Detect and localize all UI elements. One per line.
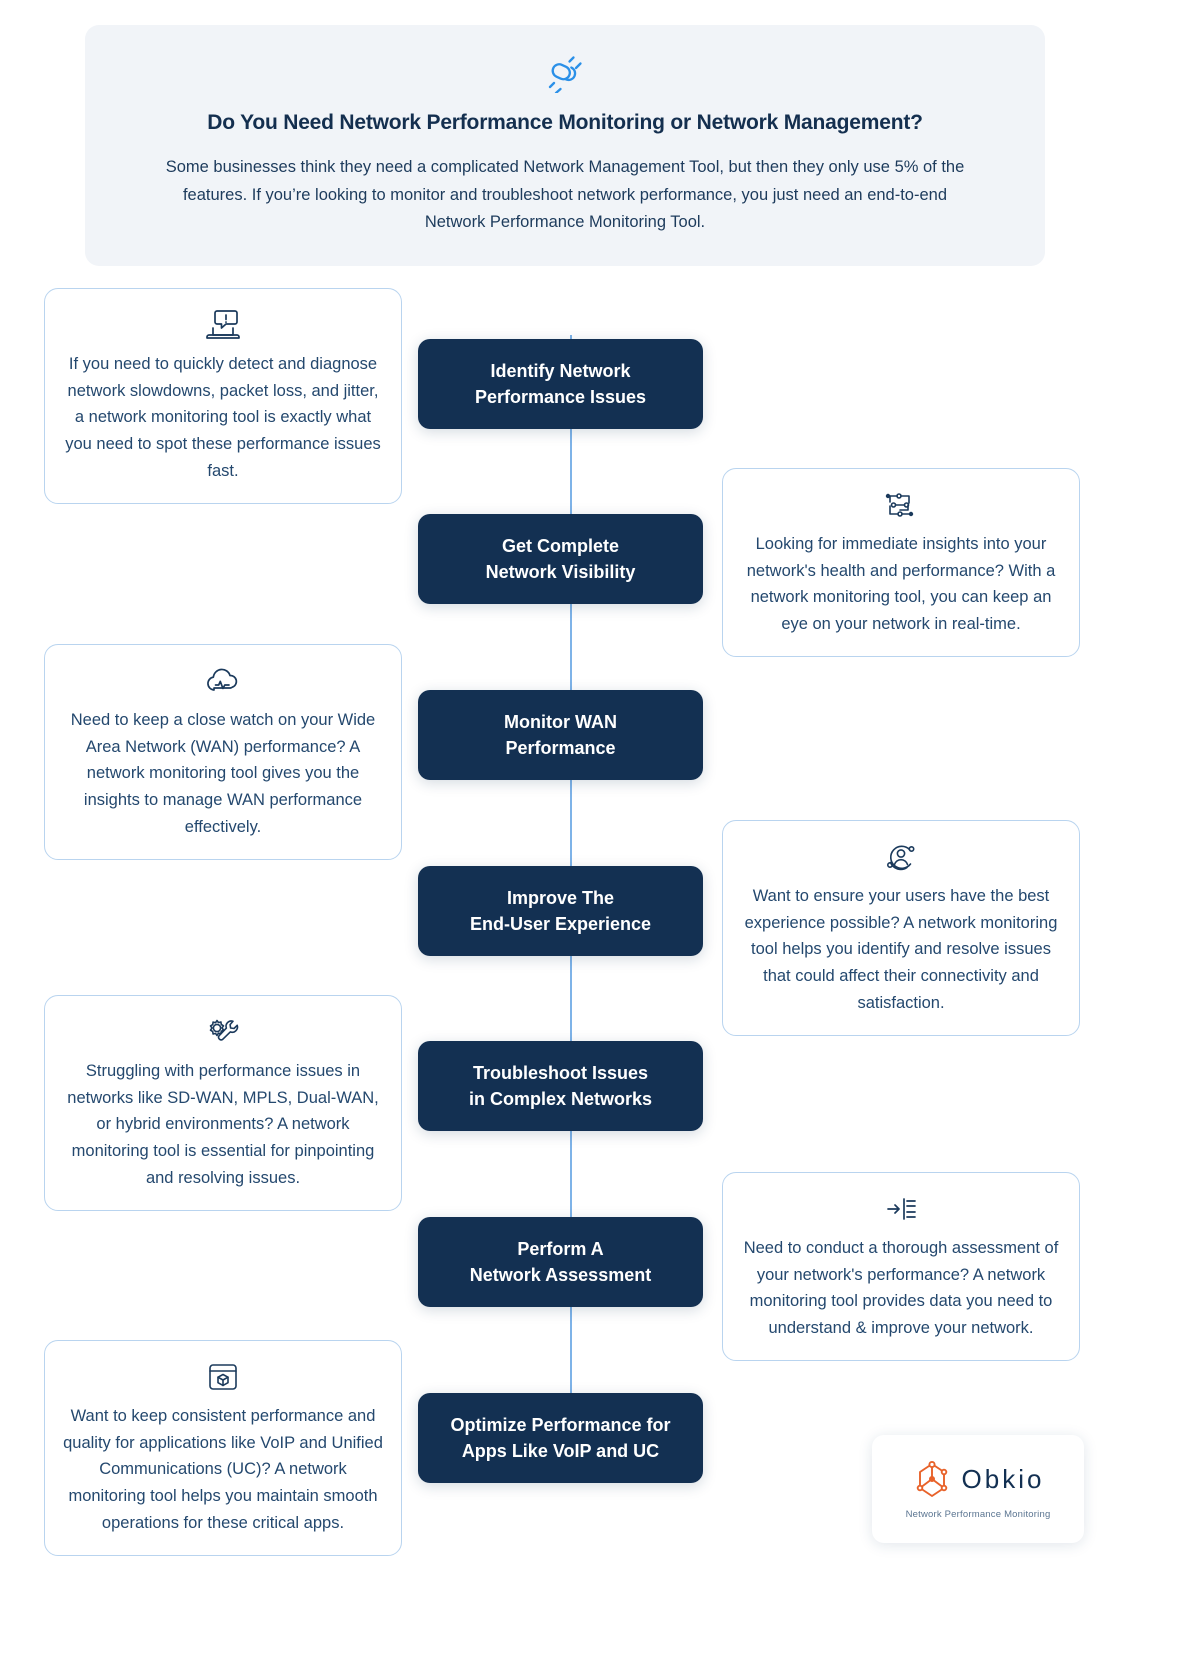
obkio-tagline: Network Performance Monitoring [905,1508,1051,1520]
info-card-network-assessment: Need to conduct a thorough assessment of… [722,1172,1080,1361]
app-box-icon [63,1357,383,1397]
step-box-optimize-performance-voip-uc[interactable]: Optimize Performance for Apps Like VoIP … [418,1393,703,1483]
step-label-line1: Monitor WAN [504,711,617,732]
obkio-wordmark: Obkio [961,1464,1045,1494]
step-label-line1: Troubleshoot Issues [472,1062,649,1083]
step-label-line1: Optimize Performance for [450,1414,671,1435]
info-card-text: Want to keep consistent performance and … [63,1407,383,1532]
step-box-monitor-wan-performance[interactable]: Monitor WAN Performance [418,690,703,780]
step-label-line2: Network Visibility [485,562,636,582]
info-card-text: Need to keep a close watch on your Wide … [70,711,376,836]
info-card-end-user-experience: Want to ensure your users have the best … [722,820,1080,1036]
step-label-line1: Improve The [506,887,614,908]
info-card-text: If you need to quickly detect and diagno… [65,355,381,480]
obkio-node-logo-icon [912,1459,952,1501]
step-label-line1: Perform A [517,1238,604,1259]
network-topology-icon [741,485,1061,525]
gear-wrench-icon [63,1012,383,1052]
laptop-alert-icon [63,305,383,345]
step-label-line2: Performance Issues [474,387,647,407]
info-card-wan-performance: Need to keep a close watch on your Wide … [44,644,402,860]
checklist-arrow-icon [741,1189,1061,1229]
step-label-line2: Apps Like VoIP and UC [461,1441,660,1461]
step-label-line1: Get Complete [501,535,620,556]
plug-connector-icon [155,51,975,95]
step-box-troubleshoot-issues-complex-networks[interactable]: Troubleshoot Issues in Complex Networks [418,1041,703,1131]
hero-card: Do You Need Network Performance Monitori… [85,25,1045,266]
info-card-text: Need to conduct a thorough assessment of… [743,1239,1059,1338]
step-box-get-complete-network-visibility[interactable]: Get Complete Network Visibility [418,514,703,604]
info-card-text: Looking for immediate insights into your… [746,535,1056,634]
hero-description: Some businesses think they need a compli… [165,158,965,231]
obkio-logo-card[interactable]: Obkio Network Performance Monitoring [872,1435,1084,1543]
info-card-text: Struggling with performance issues in ne… [67,1062,379,1187]
info-card-identify-issues: If you need to quickly detect and diagno… [44,288,402,504]
info-card-text: Want to ensure your users have the best … [744,887,1058,1012]
info-card-troubleshoot-complex: Struggling with performance issues in ne… [44,995,402,1211]
step-box-identify-network-performance-issues[interactable]: Identify Network Performance Issues [418,339,703,429]
step-label-line1: Identify Network [490,360,631,381]
step-label-line2: Network Assessment [469,1265,652,1285]
info-card-network-visibility: Looking for immediate insights into your… [722,468,1080,657]
step-label-line2: Performance [505,738,616,758]
info-card-optimize-apps: Want to keep consistent performance and … [44,1340,402,1556]
page-title: Do You Need Network Performance Monitori… [207,111,923,134]
step-label-line2: in Complex Networks [468,1089,653,1109]
cloud-pulse-icon [63,661,383,701]
step-label-line2: End-User Experience [469,914,652,934]
step-box-perform-network-assessment[interactable]: Perform A Network Assessment [418,1217,703,1307]
user-orbit-icon [741,837,1061,877]
step-box-improve-end-user-experience[interactable]: Improve The End-User Experience [418,866,703,956]
